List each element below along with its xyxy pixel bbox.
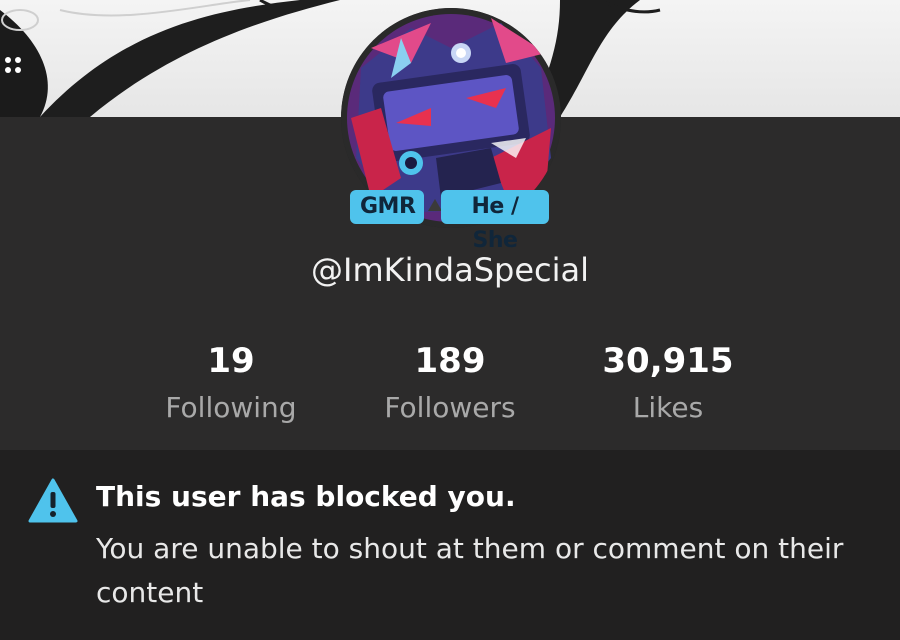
pronouns-badge[interactable]: He / She <box>441 190 549 253</box>
likes-count: 30,915 <box>602 341 734 381</box>
blocked-notice-title: This user has blocked you. <box>96 480 516 513</box>
likes-stat[interactable]: 30,915 Likes <box>558 341 778 425</box>
username: @ImKindaSpecial <box>311 251 589 289</box>
likes-label: Likes <box>632 391 704 424</box>
following-stat[interactable]: 19 Following <box>121 341 341 425</box>
following-label: Following <box>165 391 297 424</box>
warning-icon <box>28 478 78 523</box>
tag-divider-arrow <box>428 199 442 211</box>
following-count: 19 <box>207 341 255 381</box>
gmr-badge[interactable]: GMR <box>350 190 424 224</box>
followers-stat[interactable]: 189 Followers <box>340 341 560 425</box>
profile-screen: GMR He / She @ImKindaSpecial 19 Followin… <box>0 0 900 640</box>
followers-count: 189 <box>414 341 486 381</box>
blocked-notice-message: You are unable to shout at them or comme… <box>96 532 844 609</box>
followers-label: Followers <box>384 391 516 424</box>
